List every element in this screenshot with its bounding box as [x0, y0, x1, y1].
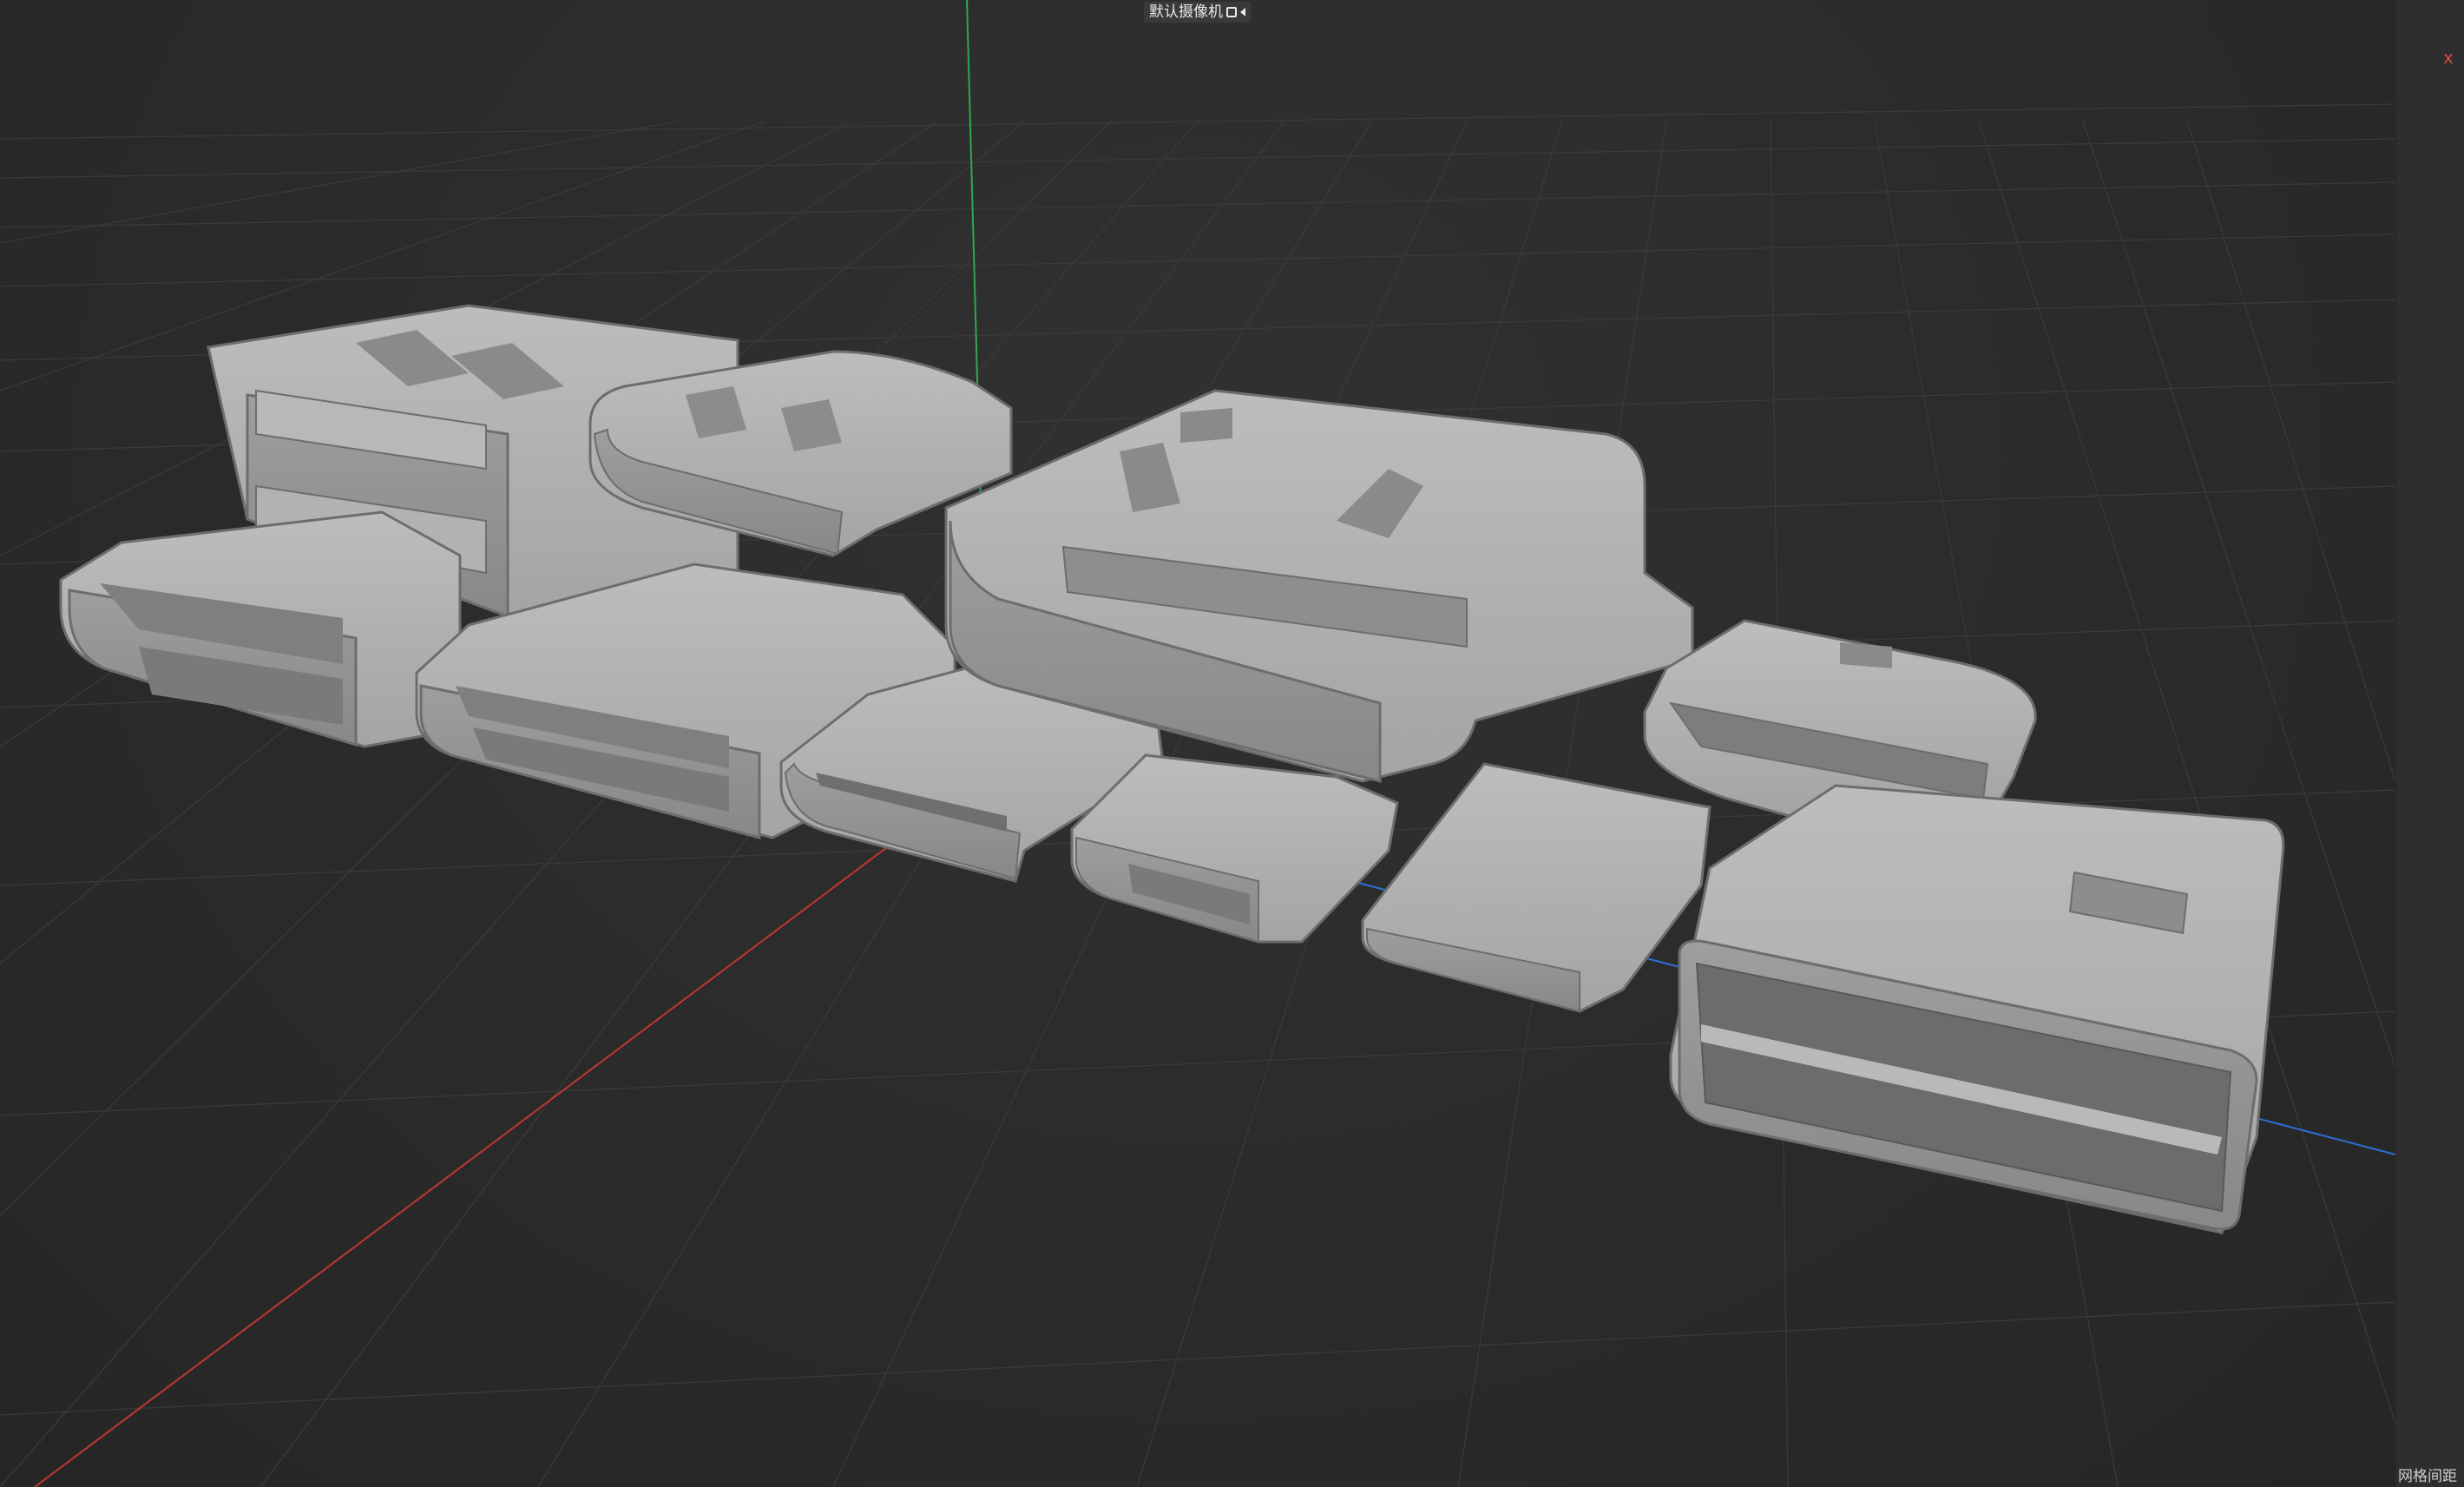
plain-block[interactable] [1361, 762, 1712, 1013]
grid-spacing-label: 网格间距 [2398, 1468, 2457, 1485]
close-icon[interactable]: x [2443, 49, 2454, 66]
camera-icon [1226, 7, 1237, 17]
right-panel-strip [2395, 0, 2464, 1487]
scene-canvas[interactable] [0, 0, 2395, 1487]
caret-left-icon [1240, 8, 1245, 16]
camera-selector[interactable]: 默认摄像机 [1144, 2, 1251, 23]
camera-label-text: 默认摄像机 [1149, 3, 1223, 21]
micro-usb-plug[interactable] [1070, 753, 1399, 944]
displayport-connector[interactable] [59, 510, 462, 748]
3d-viewport[interactable]: 默认摄像机 [0, 0, 2395, 1487]
axis-x-line [34, 789, 964, 1487]
usb-a-plug[interactable] [1669, 784, 2285, 1234]
